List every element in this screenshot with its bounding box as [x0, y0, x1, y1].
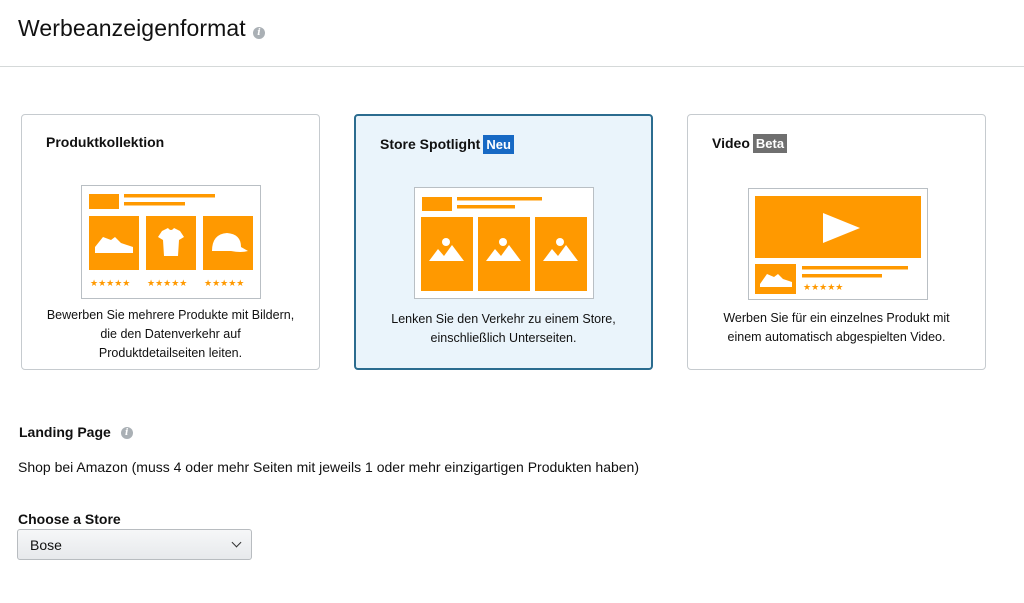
rating-stars: ★★★★★: [803, 283, 843, 293]
card-description-line: Lenken Sie den Verkehr zu einem Store,: [391, 312, 616, 326]
card-title-text: Video: [712, 135, 750, 151]
info-icon[interactable]: i: [120, 427, 133, 440]
rating-stars: ★★★★★: [90, 279, 130, 289]
card-title-text: Store Spotlight: [380, 136, 481, 152]
card-title: Video Beta: [712, 134, 788, 153]
ad-format-card-store-spotlight[interactable]: Store Spotlight Neu Lenken Sie den Verkeh…: [354, 114, 653, 370]
rating-stars: ★★★★★: [204, 279, 244, 289]
card-title-text: Produktkollektion: [46, 134, 165, 150]
page-title: Werbeanzeigenformat: [18, 15, 246, 41]
new-badge: Neu: [483, 135, 514, 154]
card-description-line: Bewerben Sie mehrere Produkte mit Bilder…: [46, 308, 295, 322]
card-title: Store Spotlight Neu: [380, 135, 514, 154]
card-description: Lenken Sie den Verkehr zu einem Store, e…: [356, 310, 651, 348]
rating-stars: ★★★★★: [147, 279, 187, 289]
store-select-dropdown[interactable]: Bose: [17, 529, 252, 560]
store-spotlight-illustration: [414, 187, 594, 299]
beta-badge: Beta: [752, 134, 788, 153]
card-description-line: die den Datenverkehr auf: [100, 327, 241, 341]
video-illustration: ★★★★★: [748, 188, 928, 300]
ad-format-card-video[interactable]: Video Beta ★★★★★ Werben Sie für ein einze…: [687, 114, 986, 370]
page-header: Werbeanzeigenformat i: [0, 0, 1024, 67]
card-description: Bewerben Sie mehrere Produkte mit Bilder…: [22, 306, 319, 363]
info-icon[interactable]: i: [253, 27, 265, 39]
card-title: Produktkollektion: [46, 134, 164, 150]
landing-page-description: Shop bei Amazon (muss 4 oder mehr Seiten…: [18, 459, 639, 475]
card-description-line: Produktdetailseiten leiten.: [98, 346, 243, 360]
chevron-down-icon: [231, 537, 242, 548]
card-description-line: einem automatisch abgespielten Video.: [727, 330, 946, 344]
store-select-value: Bose: [30, 537, 62, 553]
choose-store-label: Choose a Store: [18, 511, 121, 527]
card-description-line: Werben Sie für ein einzelnes Produkt mit: [723, 311, 950, 325]
landing-page-label-text: Landing Page: [19, 424, 111, 440]
ad-format-card-product-collection[interactable]: Produktkollektion ★★★★★ ★★★★★ ★★★★★ Bewe…: [21, 114, 320, 370]
card-description-line: einschließlich Unterseiten.: [430, 331, 577, 345]
product-collection-illustration: ★★★★★ ★★★★★ ★★★★★: [81, 185, 261, 299]
landing-page-label: Landing Page i: [19, 424, 133, 440]
card-description: Werben Sie für ein einzelnes Produkt mit…: [688, 309, 985, 347]
